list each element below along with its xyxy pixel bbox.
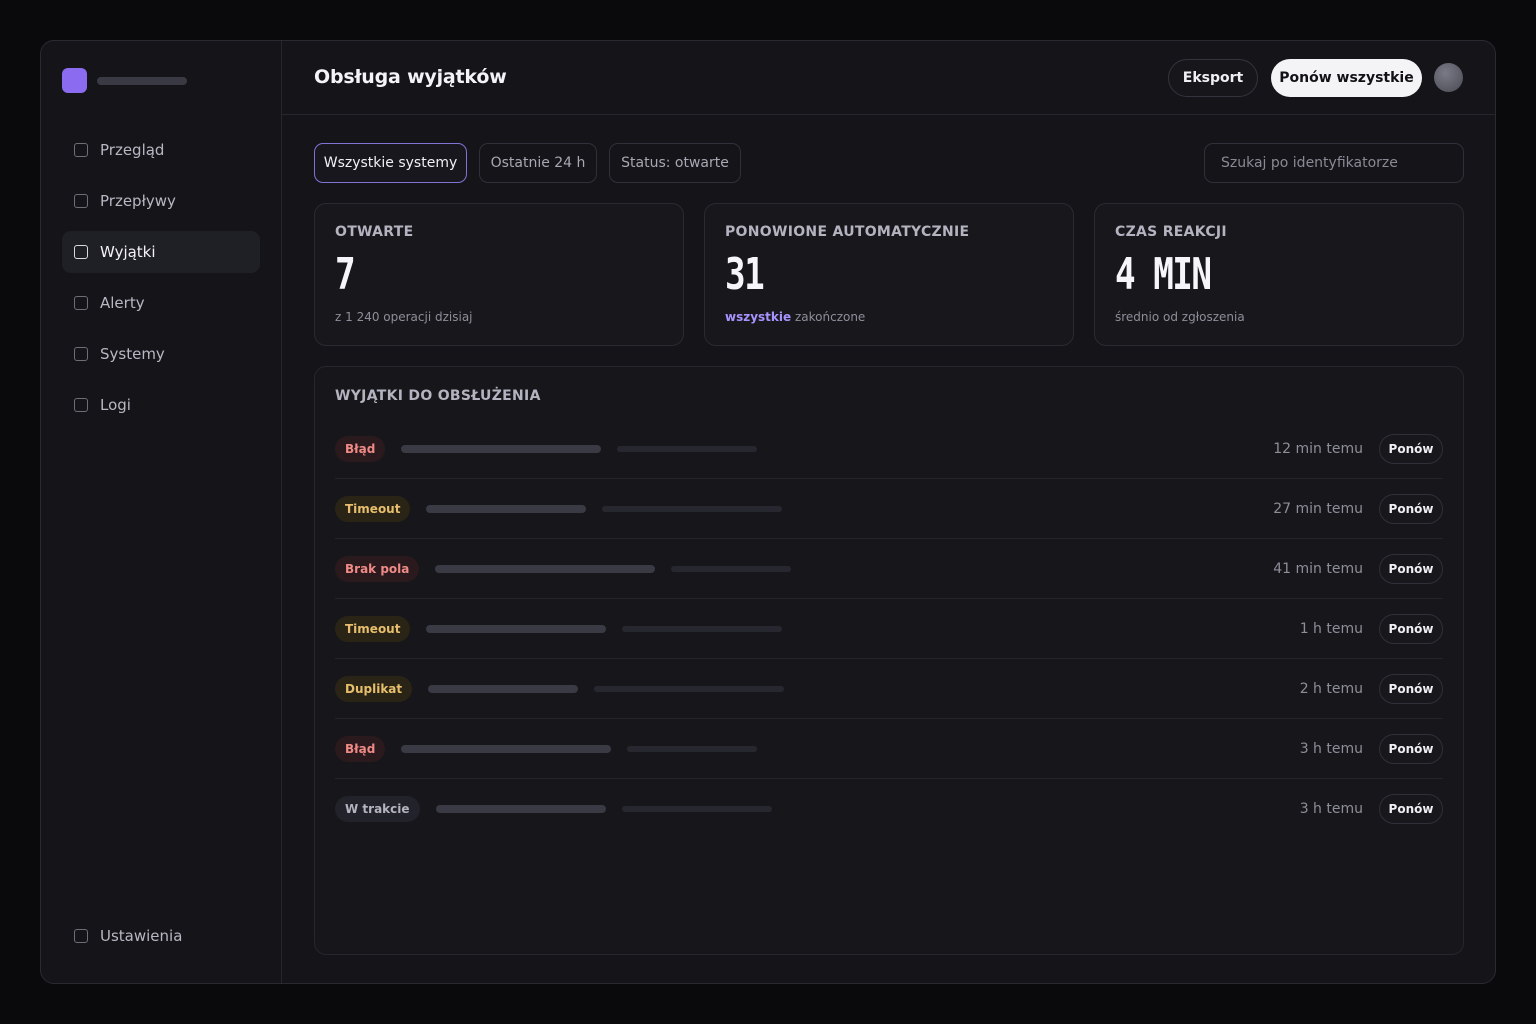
square-icon bbox=[74, 929, 88, 943]
square-icon bbox=[74, 398, 88, 412]
stat-subtitle: średnio od zgłoszenia bbox=[1115, 310, 1443, 324]
text-placeholder-bar bbox=[435, 804, 606, 813]
table-row[interactable]: Timeout 27 min temu Ponów bbox=[335, 479, 1443, 539]
table-row[interactable]: Duplikat 2 h temu Ponów bbox=[335, 659, 1443, 719]
retry-button[interactable]: Ponów bbox=[1379, 433, 1443, 464]
text-placeholder-bar bbox=[621, 805, 772, 812]
retry-button[interactable]: Ponów bbox=[1379, 613, 1443, 644]
sidebar-item-label: Przegląd bbox=[100, 141, 165, 159]
exceptions-list: Błąd 12 min temu Ponów Timeout 27 min te… bbox=[335, 419, 1443, 838]
table-row[interactable]: W trakcie 3 h temu Ponów bbox=[335, 779, 1443, 838]
text-placeholder-bar bbox=[671, 565, 792, 572]
retry-button[interactable]: Ponów bbox=[1379, 673, 1443, 704]
text-placeholder-bar bbox=[428, 684, 579, 693]
stat-subtitle: z 1 240 operacji dzisiaj bbox=[335, 310, 663, 324]
stat-value: 7 bbox=[335, 249, 356, 300]
text-placeholder-bar bbox=[401, 444, 602, 453]
retry-button[interactable]: Ponów bbox=[1379, 493, 1443, 524]
status-badge: Błąd bbox=[335, 435, 386, 462]
table-row[interactable]: Timeout 1 h temu Ponów bbox=[335, 599, 1443, 659]
square-icon bbox=[74, 194, 88, 208]
retry-button[interactable]: Ponów bbox=[1379, 733, 1443, 764]
exceptions-panel: WYJĄTKI DO OBSŁUŻENIA Błąd 12 min temu P… bbox=[314, 366, 1464, 955]
export-button[interactable]: Eksport bbox=[1168, 59, 1258, 97]
main-content: Obsługa wyjątków Eksport Ponów wszystkie… bbox=[282, 41, 1495, 983]
table-row[interactable]: Błąd 12 min temu Ponów bbox=[335, 419, 1443, 479]
table-row[interactable]: Błąd 3 h temu Ponów bbox=[335, 719, 1443, 779]
square-icon bbox=[74, 245, 88, 259]
stat-label: PONOWIONE AUTOMATYCZNIE bbox=[725, 224, 970, 240]
row-timestamp: 3 h temu bbox=[1299, 800, 1363, 817]
panel-title: WYJĄTKI DO OBSŁUŻENIA bbox=[335, 388, 541, 404]
text-placeholder-bar bbox=[602, 505, 783, 512]
sidebar-item-label: Wyjątki bbox=[100, 243, 156, 261]
sidebar-nav: Przegląd Przepływy Wyjątki Alerty System… bbox=[62, 129, 260, 435]
square-icon bbox=[74, 143, 88, 157]
text-placeholder-bar bbox=[622, 625, 783, 632]
square-icon bbox=[74, 347, 88, 361]
sidebar-item-flows[interactable]: Przepływy bbox=[62, 180, 260, 222]
row-timestamp: 3 h temu bbox=[1299, 740, 1363, 757]
status-badge: Timeout bbox=[335, 495, 411, 522]
status-badge: Timeout bbox=[335, 615, 411, 642]
text-placeholder-bar bbox=[426, 504, 587, 513]
status-badge: W trakcie bbox=[335, 795, 420, 822]
brand-name-placeholder bbox=[97, 76, 187, 85]
stat-subtitle-text: zakończone bbox=[791, 310, 866, 324]
stat-subtitle-highlight: wszystkie bbox=[725, 310, 792, 324]
stat-subtitle-text: średnio od zgłoszenia bbox=[1115, 310, 1245, 324]
top-bar: Obsługa wyjątków Eksport Ponów wszystkie bbox=[282, 41, 1495, 115]
sidebar-bottom: Ustawienia bbox=[62, 915, 260, 966]
text-placeholder-bar bbox=[627, 745, 758, 752]
sidebar-item-exceptions[interactable]: Wyjątki bbox=[62, 231, 260, 273]
filter-time-range[interactable]: Ostatnie 24 h bbox=[479, 143, 597, 183]
stat-card-auto-retried: PONOWIONE AUTOMATYCZNIE 31 wszystkie zak… bbox=[704, 203, 1074, 346]
sidebar-item-label: Ustawienia bbox=[100, 927, 183, 945]
retry-all-button[interactable]: Ponów wszystkie bbox=[1271, 59, 1422, 97]
text-placeholder-bar bbox=[594, 685, 785, 692]
brand-logo bbox=[62, 68, 87, 93]
stat-subtitle: wszystkie zakończone bbox=[725, 310, 1053, 324]
text-placeholder-bar bbox=[426, 624, 607, 633]
sidebar-item-systems[interactable]: Systemy bbox=[62, 333, 260, 375]
row-timestamp: 1 h temu bbox=[1299, 620, 1363, 637]
app-window: Przegląd Przepływy Wyjątki Alerty System… bbox=[40, 40, 1496, 984]
table-row[interactable]: Brak pola 41 min temu Ponów bbox=[335, 539, 1443, 599]
stat-card-response-time: CZAS REAKCJI 4 MIN średnio od zgłoszenia bbox=[1094, 203, 1464, 346]
filter-status[interactable]: Status: otwarte bbox=[609, 143, 741, 183]
row-timestamp: 41 min temu bbox=[1273, 560, 1363, 577]
brand[interactable] bbox=[62, 68, 187, 93]
row-timestamp: 2 h temu bbox=[1299, 680, 1363, 697]
status-badge: Brak pola bbox=[335, 555, 420, 582]
status-badge: Duplikat bbox=[335, 675, 413, 702]
avatar[interactable] bbox=[1434, 63, 1463, 92]
text-placeholder-bar bbox=[435, 564, 656, 573]
retry-button[interactable]: Ponów bbox=[1379, 793, 1443, 824]
sidebar-item-label: Alerty bbox=[100, 294, 145, 312]
sidebar-item-logs[interactable]: Logi bbox=[62, 384, 260, 426]
text-placeholder-bar bbox=[401, 744, 612, 753]
stat-label: OTWARTE bbox=[335, 224, 414, 240]
stat-subtitle-text: z 1 240 operacji dzisiaj bbox=[335, 310, 473, 324]
sidebar-item-settings[interactable]: Ustawienia bbox=[62, 915, 260, 957]
row-timestamp: 27 min temu bbox=[1273, 500, 1363, 517]
retry-button[interactable]: Ponów bbox=[1379, 553, 1443, 584]
sidebar-item-label: Logi bbox=[100, 396, 131, 414]
stat-value: 4 MIN bbox=[1115, 249, 1212, 300]
sidebar-item-overview[interactable]: Przegląd bbox=[62, 129, 260, 171]
stat-label: CZAS REAKCJI bbox=[1115, 224, 1227, 240]
sidebar-item-label: Przepływy bbox=[100, 192, 176, 210]
page-title: Obsługa wyjątków bbox=[314, 66, 507, 88]
sidebar-item-alerts[interactable]: Alerty bbox=[62, 282, 260, 324]
status-badge: Błąd bbox=[335, 735, 386, 762]
stat-value: 31 bbox=[725, 249, 765, 300]
sidebar-item-label: Systemy bbox=[100, 345, 165, 363]
sidebar: Przegląd Przepływy Wyjątki Alerty System… bbox=[41, 41, 282, 983]
row-timestamp: 12 min temu bbox=[1273, 440, 1363, 457]
square-icon bbox=[74, 296, 88, 310]
stat-card-open: OTWARTE 7 z 1 240 operacji dzisiaj bbox=[314, 203, 684, 346]
filter-systems[interactable]: Wszystkie systemy bbox=[314, 143, 467, 183]
search-input[interactable]: Szukaj po identyfikatorze bbox=[1204, 143, 1464, 183]
text-placeholder-bar bbox=[617, 445, 758, 452]
